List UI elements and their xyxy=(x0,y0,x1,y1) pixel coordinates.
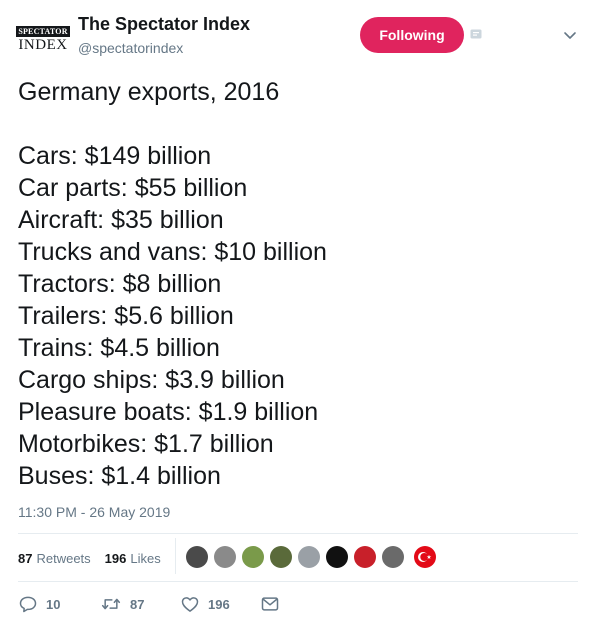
stats-separator xyxy=(175,538,176,574)
tweet-line: Buses: $1.4 billion xyxy=(18,462,221,490)
tweet-stats: 87 Retweets 196 Likes xyxy=(18,548,175,568)
likes-count[interactable]: 196 xyxy=(105,551,127,566)
tweet-line: Tractors: $8 billion xyxy=(18,270,222,298)
tweet-line: Cargo ships: $3.9 billion xyxy=(18,366,285,394)
tweet-headline: Germany exports, 2016 xyxy=(18,78,280,106)
like-icon xyxy=(181,597,199,612)
liker-avatar[interactable] xyxy=(326,546,348,568)
tweet-line: Cars: $149 billion xyxy=(18,142,212,170)
avatar-logo-bottom: INDEX xyxy=(18,36,68,53)
following-button[interactable]: Following xyxy=(360,17,464,53)
notification-icon[interactable] xyxy=(470,29,482,39)
avatar[interactable]: SPECTATOR INDEX xyxy=(16,24,70,54)
tweet-line: Aircraft: $35 billion xyxy=(18,206,224,234)
liker-avatar[interactable] xyxy=(214,546,236,568)
chevron-down-icon[interactable] xyxy=(562,27,578,43)
divider xyxy=(18,581,578,582)
liker-avatar[interactable] xyxy=(382,546,404,568)
retweets-count[interactable]: 87 xyxy=(18,551,32,566)
divider xyxy=(18,533,578,534)
author-handle[interactable]: @spectatorindex xyxy=(78,40,183,56)
tweet-timestamp[interactable]: 11:30 PM - 26 May 2019 xyxy=(18,504,170,520)
tweet-header: SPECTATOR INDEX The Spectator Index @spe… xyxy=(0,0,593,70)
retweet-icon xyxy=(101,598,121,610)
tweet-line: Pleasure boats: $1.9 billion xyxy=(18,398,319,426)
author-name[interactable]: The Spectator Index xyxy=(78,14,250,35)
likes-label[interactable]: Likes xyxy=(130,551,160,566)
direct-message-button[interactable] xyxy=(260,592,280,616)
retweet-count: 87 xyxy=(130,596,145,612)
retweets-label[interactable]: Retweets xyxy=(36,551,90,566)
reply-icon xyxy=(19,596,37,613)
tweet-line: Motorbikes: $1.7 billion xyxy=(18,430,274,458)
tweet-spacer xyxy=(18,108,578,140)
avatar-logo-top: SPECTATOR xyxy=(16,25,70,37)
liker-avatar[interactable] xyxy=(270,546,292,568)
tweet-line: Car parts: $55 billion xyxy=(18,174,248,202)
liker-avatar[interactable] xyxy=(242,546,264,568)
message-icon xyxy=(261,597,279,611)
retweet-button[interactable]: 87 xyxy=(100,592,144,616)
reply-count: 10 xyxy=(46,596,61,612)
liker-avatar[interactable] xyxy=(186,546,208,568)
like-count: 196 xyxy=(208,596,230,612)
tweet-line: Trucks and vans: $10 billion xyxy=(18,238,327,266)
reply-button[interactable]: 10 xyxy=(18,592,60,616)
tweet-line: Trains: $4.5 billion xyxy=(18,334,220,362)
tweet-text: Germany exports, 2016 Cars: $149 billion… xyxy=(18,76,578,492)
like-button[interactable]: 196 xyxy=(180,592,230,616)
liker-avatar[interactable] xyxy=(354,546,376,568)
liker-avatar-turkey-flag[interactable] xyxy=(414,546,436,568)
tweet-line: Trailers: $5.6 billion xyxy=(18,302,234,330)
liker-avatar[interactable] xyxy=(298,546,320,568)
